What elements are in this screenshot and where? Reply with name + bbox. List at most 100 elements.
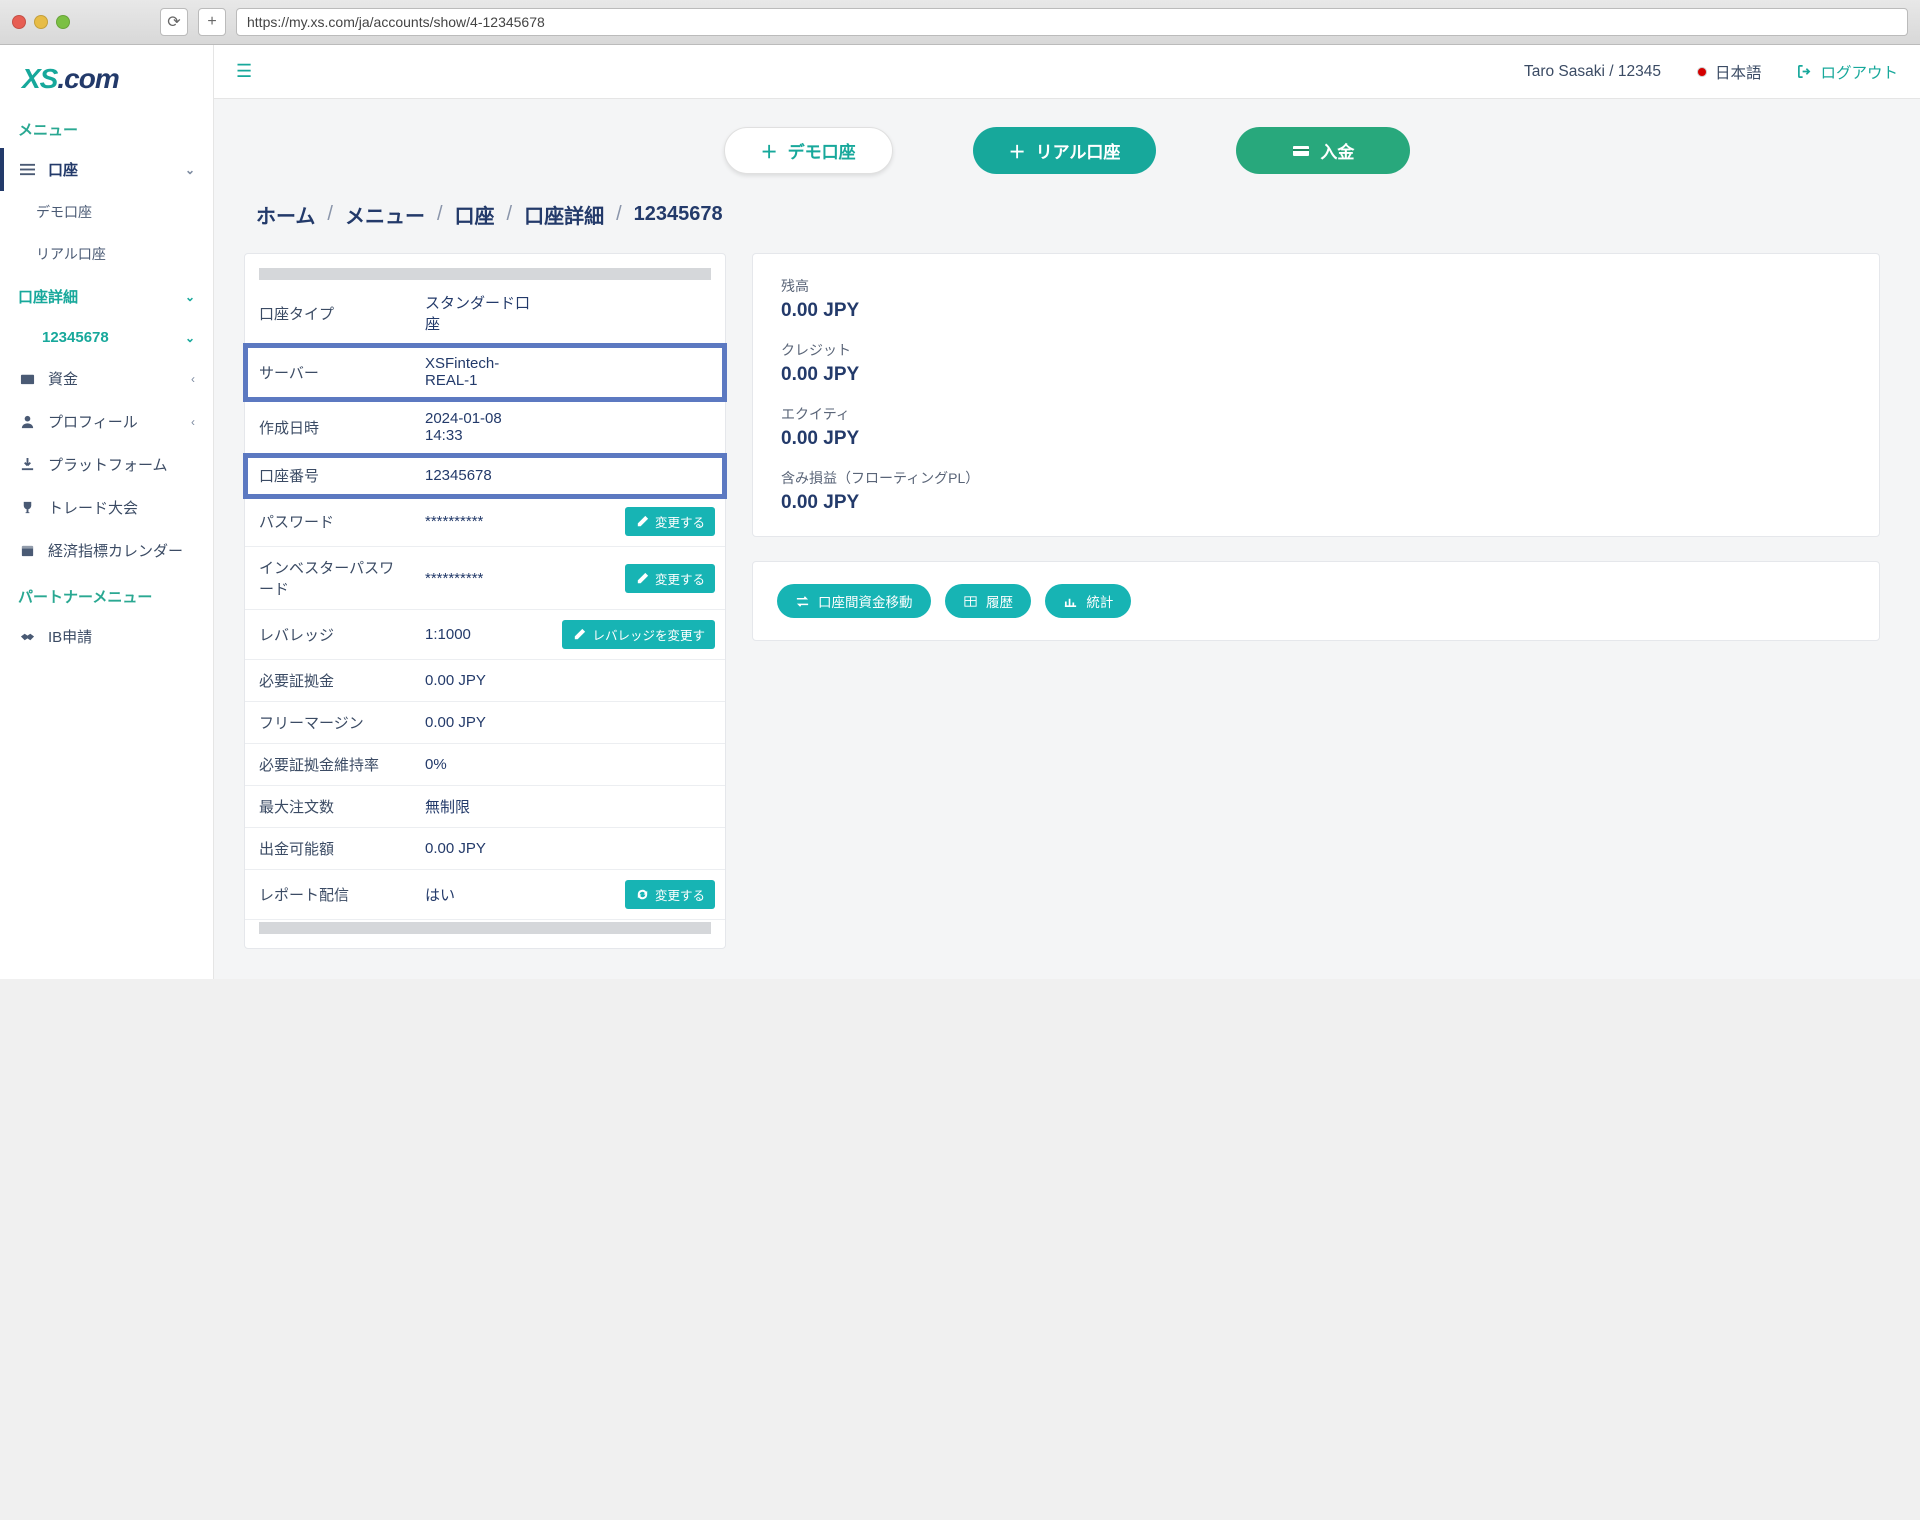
user-icon [18, 414, 36, 429]
chevron-left-icon: ‹ [191, 415, 195, 429]
address-bar[interactable]: https://my.xs.com/ja/accounts/show/4-123… [236, 8, 1908, 36]
close-window-icon[interactable] [12, 15, 26, 29]
sidebar-label: デモ口座 [36, 202, 92, 222]
deposit-button[interactable]: 入金 [1236, 127, 1410, 174]
balance-label: 含み損益（フローティングPL） [781, 468, 1851, 488]
details-table: 口座タイプスタンダード口座 サーバーXSFintech-REAL-1 作成日時2… [245, 282, 725, 920]
breadcrumb-detail[interactable]: 口座詳細 [524, 200, 604, 229]
operations-card: 口座間資金移動 履歴 統計 [752, 561, 1880, 641]
demo-account-button[interactable]: ＋デモ口座 [724, 127, 893, 174]
logout-icon [1797, 64, 1812, 79]
trophy-icon [18, 500, 36, 515]
sidebar-item-account-number[interactable]: 12345678 ⌄ [0, 318, 213, 357]
transfer-icon [795, 594, 810, 609]
history-button[interactable]: 履歴 [945, 584, 1031, 618]
calendar-icon [18, 543, 36, 558]
balance-row: 残高0.00 JPY [781, 276, 1851, 322]
change-password-button[interactable]: 変更する [625, 507, 715, 536]
field-label: 必要証拠金 [245, 660, 411, 702]
field-label: レバレッジ [245, 610, 411, 660]
balance-card: 残高0.00 JPY クレジット0.00 JPY エクイティ0.00 JPY 含… [752, 253, 1880, 537]
field-label: 必要証拠金維持率 [245, 744, 411, 786]
button-label: 変更する [655, 512, 705, 531]
sidebar-item-demo[interactable]: デモ口座 [0, 191, 213, 233]
logo[interactable]: XS.com [0, 45, 213, 105]
reload-button[interactable]: ⟳ [160, 8, 188, 36]
hamburger-icon[interactable]: ☰ [236, 61, 252, 82]
field-value: 2024-01-08 14:33 [411, 400, 548, 455]
field-value: スタンダード口座 [411, 282, 548, 345]
sidebar-label: 12345678 [42, 329, 109, 346]
row-free-margin: フリーマージン0.00 JPY [245, 702, 725, 744]
real-account-button[interactable]: ＋リアル口座 [973, 127, 1157, 174]
handshake-icon [18, 629, 36, 644]
list-icon [18, 162, 36, 177]
button-label: デモ口座 [788, 138, 856, 163]
new-tab-button[interactable]: + [198, 8, 226, 36]
browser-chrome: ⟳ + https://my.xs.com/ja/accounts/show/4… [0, 0, 1920, 45]
floating-pl-row: 含み損益（フローティングPL） 0.00 JPY [781, 468, 1851, 514]
edit-icon [572, 627, 587, 642]
field-label: パスワード [245, 497, 411, 547]
language-selector[interactable]: 日本語 [1697, 61, 1762, 83]
field-value: ********** [411, 497, 548, 547]
sidebar-item-funds[interactable]: 資金 ‹ [0, 357, 213, 400]
field-label: サーバー [245, 345, 411, 400]
sidebar-item-accounts[interactable]: 口座 ⌄ [0, 148, 213, 191]
account-details-card: 口座タイプスタンダード口座 サーバーXSFintech-REAL-1 作成日時2… [244, 253, 726, 949]
sidebar-item-ib[interactable]: IB申請 [0, 615, 213, 658]
button-label: レバレッジを変更す [592, 625, 705, 644]
breadcrumb-account[interactable]: 口座 [455, 200, 495, 229]
chevron-left-icon: ‹ [191, 372, 195, 386]
field-value: XSFintech-REAL-1 [411, 345, 548, 400]
logout-button[interactable]: ログアウト [1797, 61, 1898, 83]
sidebar-label: トレード大会 [48, 497, 138, 518]
sidebar-item-contest[interactable]: トレード大会 [0, 486, 213, 529]
sidebar-label: 口座詳細 [18, 286, 78, 307]
stats-button[interactable]: 統計 [1045, 584, 1131, 618]
chart-icon [1063, 594, 1078, 609]
field-value: 0% [411, 744, 548, 786]
field-value: 0.00 JPY [411, 702, 548, 744]
row-server: サーバーXSFintech-REAL-1 [245, 345, 725, 400]
change-report-button[interactable]: 変更する [625, 880, 715, 909]
sidebar-item-platform[interactable]: プラットフォーム [0, 443, 213, 486]
user-label[interactable]: Taro Sasaki / 12345 [1524, 63, 1661, 81]
japan-flag-icon [1697, 67, 1707, 77]
maximize-window-icon[interactable] [56, 15, 70, 29]
equity-row: エクイティ0.00 JPY [781, 404, 1851, 450]
sidebar-label: 口座 [48, 159, 78, 180]
balance-value: 0.00 JPY [781, 492, 1851, 514]
transfer-button[interactable]: 口座間資金移動 [777, 584, 931, 618]
sidebar-item-profile[interactable]: プロフィール ‹ [0, 400, 213, 443]
field-label: 口座タイプ [245, 282, 411, 345]
field-value: 12345678 [411, 455, 548, 497]
change-investor-password-button[interactable]: 変更する [625, 564, 715, 593]
breadcrumb-home[interactable]: ホーム [256, 200, 315, 229]
row-margin-level: 必要証拠金維持率0% [245, 744, 725, 786]
wallet-icon [18, 371, 36, 386]
sidebar-item-calendar[interactable]: 経済指標カレンダー [0, 529, 213, 572]
minimize-window-icon[interactable] [34, 15, 48, 29]
topbar: ☰ Taro Sasaki / 12345 日本語 ログアウト [214, 45, 1920, 99]
breadcrumb-menu[interactable]: メニュー [345, 200, 425, 229]
field-value: 0.00 JPY [411, 660, 548, 702]
row-leverage: レバレッジ1:1000レバレッジを変更す [245, 610, 725, 660]
row-password: パスワード********** 変更する [245, 497, 725, 547]
logo-com: .com [57, 63, 118, 94]
chevron-down-icon: ⌄ [185, 331, 195, 345]
sidebar-label: プロフィール [48, 411, 138, 432]
sidebar-label: IB申請 [48, 626, 92, 647]
balance-label: エクイティ [781, 404, 1851, 424]
sidebar-item-real[interactable]: リアル口座 [0, 233, 213, 275]
card-icon [1292, 142, 1310, 160]
change-leverage-button[interactable]: レバレッジを変更す [562, 620, 715, 649]
field-label: レポート配信 [245, 870, 411, 920]
credit-row: クレジット0.00 JPY [781, 340, 1851, 386]
sidebar-item-detail[interactable]: 口座詳細 ⌄ [0, 275, 213, 318]
breadcrumb-current: 12345678 [634, 203, 723, 226]
main-content: ☰ Taro Sasaki / 12345 日本語 ログアウト ＋デモ口座 ＋リ… [214, 45, 1920, 979]
scrollbar-top[interactable] [259, 268, 711, 280]
scrollbar-bottom[interactable] [259, 922, 711, 934]
field-value: ********** [411, 547, 548, 610]
